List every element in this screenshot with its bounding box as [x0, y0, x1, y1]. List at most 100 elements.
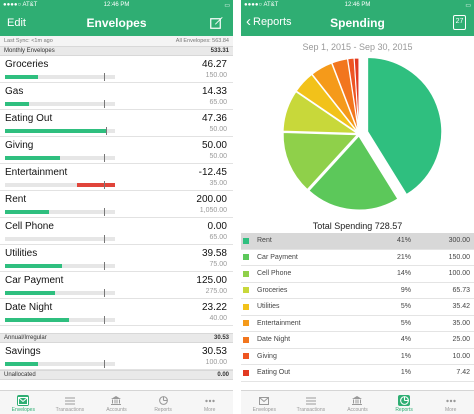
envelope-row[interactable]: Giving 50.00 50.00 — [0, 137, 233, 164]
envelope-row[interactable]: Entertainment -12.45 35.00 — [0, 164, 233, 191]
envelope-row[interactable]: Car Payment 125.00 275.00 — [0, 272, 233, 299]
tab-label: Reports — [395, 407, 413, 413]
tab-label: Envelopes — [11, 407, 35, 413]
spending-row[interactable]: Entertainment 5% 35.00 — [241, 316, 474, 332]
clock-label: 12:46 PM — [344, 2, 371, 8]
envelope-row[interactable]: Rent 200.00 1,050.00 — [0, 191, 233, 218]
envelope-budget: 50.00 — [209, 153, 227, 160]
section-monthly: Monthly Envelopes 533.31 — [0, 46, 233, 56]
envelope-row[interactable]: Gas 14.33 65.00 — [0, 83, 233, 110]
tab-more[interactable]: More — [427, 391, 474, 414]
envelope-target-marker — [104, 100, 105, 108]
spending-row[interactable]: Car Payment 21% 150.00 — [241, 250, 474, 266]
envelope-target-marker — [106, 127, 108, 135]
screenshot: ●●●●○ AT&T 12:46 PM ▭ Edit Envelopes Las… — [0, 0, 474, 414]
envelope-row[interactable]: Date Night 23.22 40.00 — [0, 299, 233, 326]
category-swatch — [243, 270, 249, 277]
envelope-progress-bar — [5, 235, 115, 243]
spending-table: Rent 41% 300.00 Car Payment 21% 150.00 Cell Ph… — [241, 233, 474, 382]
section-unallocated: Unallocated 0.00 — [0, 370, 233, 380]
tab-transactions[interactable]: Transactions — [288, 391, 335, 414]
spending-row[interactable]: Date Night 4% 25.00 — [241, 332, 474, 349]
calendar-icon[interactable]: 27 — [453, 15, 466, 30]
envelope-target-marker — [104, 181, 105, 189]
envelope-progress-fill — [5, 264, 63, 268]
envelope-budget: 50.00 — [209, 126, 227, 133]
tab-envelopes[interactable]: Envelopes — [0, 391, 47, 414]
envelope-row[interactable]: Eating Out 47.36 50.00 — [0, 110, 233, 137]
all-envelopes-total: All Envelopes: 563.84 — [175, 38, 229, 44]
category-label: Entertainment — [257, 319, 301, 327]
compose-icon[interactable] — [210, 16, 223, 29]
envelope-balance: 46.27 — [201, 59, 227, 70]
tab-accounts[interactable]: Accounts — [334, 391, 381, 414]
envelopes-screen: ●●●●○ AT&T 12:46 PM ▭ Edit Envelopes Las… — [0, 0, 233, 414]
envelope-balance: 30.53 — [201, 346, 227, 357]
envelope-budget: 100.00 — [205, 359, 227, 366]
envelope-progress-bar — [5, 360, 115, 368]
category-label: Groceries — [257, 286, 288, 294]
category-amount: 150.00 — [448, 253, 470, 261]
envelope-budget: 35.00 — [209, 180, 227, 187]
spending-row[interactable]: Utilities 5% 35.42 — [241, 299, 474, 316]
envelope-row[interactable]: Groceries 46.27 150.00 — [0, 56, 233, 83]
spending-row[interactable]: Groceries 9% 65.73 — [241, 283, 474, 299]
envelope-name: Gas — [5, 86, 24, 97]
envelope-target-marker — [104, 262, 105, 270]
envelope-progress-bar — [5, 154, 115, 162]
category-percent: 4% — [400, 336, 411, 344]
envelope-progress-fill — [5, 210, 49, 214]
clock-label: 12:46 PM — [103, 2, 130, 8]
section-label: Monthly Envelopes — [4, 48, 55, 54]
category-percent: 14% — [396, 270, 411, 278]
tab-reports[interactable]: Reports — [140, 391, 187, 414]
category-percent: 1% — [400, 369, 411, 377]
section-label: Unallocated — [4, 372, 36, 378]
envelope-balance: 39.58 — [201, 248, 227, 259]
spending-row[interactable]: Eating Out 1% 7.42 — [241, 365, 474, 382]
spending-pie-chart[interactable] — [241, 54, 474, 212]
envelope-name: Date Night — [5, 302, 53, 313]
spending-row[interactable]: Rent 41% 300.00 — [241, 233, 474, 250]
envelope-row[interactable]: Savings 30.53 100.00 — [0, 343, 233, 370]
category-swatch — [243, 287, 249, 294]
envelope-row[interactable]: Utilities 39.58 75.00 — [0, 245, 233, 272]
envelope-row[interactable]: Cell Phone 0.00 65.00 — [0, 218, 233, 245]
pie-icon — [157, 395, 169, 406]
spending-row[interactable]: Cell Phone 14% 100.00 — [241, 266, 474, 283]
more-icon — [445, 395, 457, 406]
envelope-budget: 65.00 — [209, 234, 227, 241]
tab-reports[interactable]: Reports — [381, 391, 428, 414]
envelope-name: Savings — [5, 346, 41, 357]
envelope-icon — [258, 395, 270, 406]
category-percent: 9% — [400, 286, 411, 294]
category-label: Eating Out — [257, 369, 291, 377]
category-amount: 7.42 — [456, 369, 470, 377]
tab-envelopes[interactable]: Envelopes — [241, 391, 288, 414]
category-label: Car Payment — [257, 253, 298, 261]
tab-more[interactable]: More — [186, 391, 233, 414]
category-percent: 5% — [400, 303, 411, 311]
tab-label: Accounts — [347, 407, 368, 413]
envelope-name: Car Payment — [5, 275, 64, 286]
list-icon — [64, 395, 76, 406]
category-swatch — [243, 237, 249, 244]
section-total: 30.53 — [213, 335, 229, 341]
category-percent: 41% — [396, 237, 411, 245]
section-annual: Annual/Irregular 30.53 — [0, 333, 233, 343]
tab-accounts[interactable]: Accounts — [93, 391, 140, 414]
tab-transactions[interactable]: Transactions — [47, 391, 94, 414]
pie-icon — [398, 395, 411, 406]
category-amount: 35.42 — [452, 303, 470, 311]
envelope-progress-bar — [5, 181, 115, 189]
envelope-progress-bar — [5, 316, 115, 324]
tab-label: Transactions — [296, 407, 326, 413]
category-swatch — [243, 353, 249, 360]
more-icon — [204, 395, 216, 406]
spending-row[interactable]: Giving 1% 10.00 — [241, 349, 474, 365]
category-percent: 21% — [396, 253, 411, 261]
nav-bar: Edit Envelopes — [0, 10, 233, 36]
date-range[interactable]: Sep 1, 2015 - Sep 30, 2015 — [241, 42, 474, 52]
envelope-progress-bar — [5, 289, 115, 297]
nav-bar: ‹ Reports Spending 27 — [241, 10, 474, 36]
